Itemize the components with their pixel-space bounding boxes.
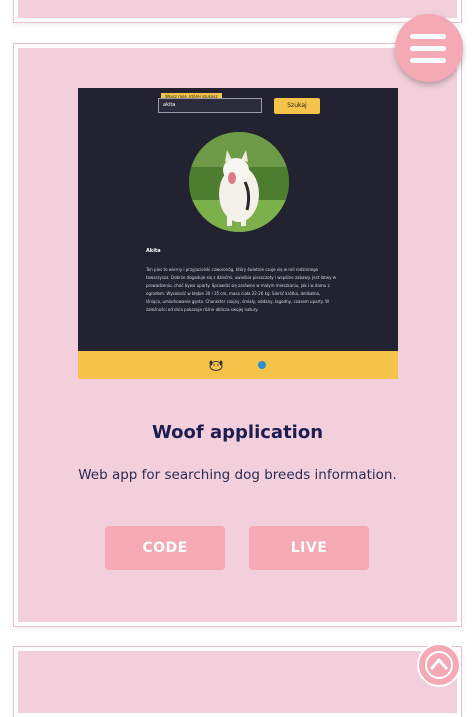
project-title: Woof application (151, 422, 324, 443)
code-button[interactable]: CODE (105, 526, 225, 570)
project-card: Wpisz rasę, której szukasz akita Szukaj … (14, 44, 461, 626)
chevron-up-icon (425, 651, 453, 679)
preview-search-input: akita (158, 98, 262, 113)
dog-logo-icon (209, 360, 223, 371)
dog-photo (189, 132, 289, 232)
preview-footer (78, 351, 398, 379)
project-preview-image: Wpisz rasę, której szukasz akita Szukaj … (78, 88, 398, 379)
scroll-top-button[interactable] (417, 643, 461, 687)
project-card-next (14, 647, 461, 717)
menu-button[interactable] (395, 14, 463, 82)
preview-breed-name: Akita (146, 248, 161, 254)
status-dot-icon (258, 361, 266, 369)
project-description: Web app for searching dog breeds informa… (78, 467, 397, 483)
preview-search-button: Szukaj (274, 98, 320, 114)
live-button[interactable]: LIVE (249, 526, 369, 570)
preview-breed-description: Ten pies to wierny i przyjacielski czwor… (146, 267, 336, 312)
project-card-previous (14, 0, 461, 22)
